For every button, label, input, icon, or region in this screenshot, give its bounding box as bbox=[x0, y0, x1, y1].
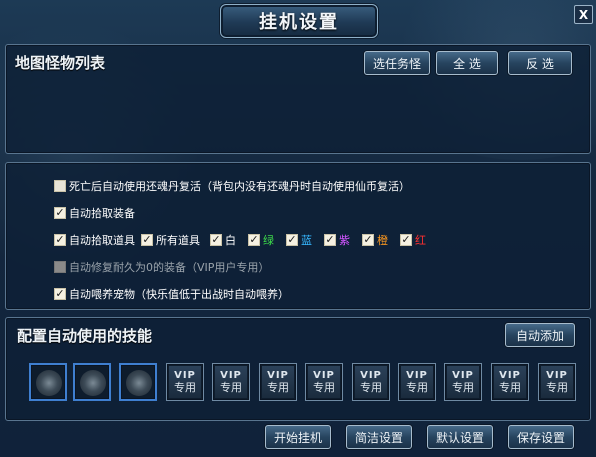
vip-lock: VIP 专用 bbox=[262, 366, 294, 398]
filter-white-label: 白 bbox=[225, 234, 236, 247]
vip-only-label: 专用 bbox=[546, 381, 568, 394]
skill-slot-7[interactable]: VIP 专用 bbox=[305, 363, 343, 401]
skill-slot-9[interactable]: VIP 专用 bbox=[398, 363, 436, 401]
filter-purple-checkbox[interactable]: ✓ bbox=[324, 234, 336, 246]
revive-label: 死亡后自动使用还魂丹复活（背包内没有还魂丹时自动使用仙币复活） bbox=[69, 180, 410, 193]
filter-red[interactable]: ✓ 红 bbox=[400, 232, 426, 248]
title-bar: 挂机设置 X bbox=[0, 0, 596, 40]
filter-red-label: 红 bbox=[415, 234, 426, 247]
feed-pet-checkbox[interactable]: ✓ bbox=[54, 288, 66, 300]
option-pick-items: ✓ 自动拾取道具 ✓ 所有道具 ✓ 白 ✓ 绿 ✓ 蓝 ✓ 紫 ✓ 橙 ✓ 红 bbox=[54, 232, 434, 248]
feed-pet-label: 自动喂养宠物（快乐值低于出战时自动喂养） bbox=[69, 288, 289, 301]
default-settings-button[interactable]: 默认设置 bbox=[427, 425, 493, 449]
filter-orange[interactable]: ✓ 橙 bbox=[362, 232, 388, 248]
save-settings-button[interactable]: 保存设置 bbox=[508, 425, 574, 449]
vip-only-label: 专用 bbox=[360, 381, 382, 394]
vip-lock: VIP 专用 bbox=[308, 366, 340, 398]
vip-lock: VIP 专用 bbox=[541, 366, 573, 398]
skills-panel-title: 配置自动使用的技能 bbox=[17, 327, 153, 345]
skill-emblem-icon bbox=[36, 370, 62, 396]
select-quest-monster-button[interactable]: 选任务怪 bbox=[364, 51, 430, 75]
vip-lock: VIP 专用 bbox=[215, 366, 247, 398]
filter-orange-checkbox[interactable]: ✓ bbox=[362, 234, 374, 246]
vip-only-label: 专用 bbox=[313, 381, 335, 394]
filter-green-checkbox[interactable]: ✓ bbox=[248, 234, 260, 246]
skill-slot-11[interactable]: VIP 专用 bbox=[491, 363, 529, 401]
option-feed-pet[interactable]: ✓ 自动喂养宠物（快乐值低于出战时自动喂养） bbox=[54, 286, 289, 302]
skill-slot-1[interactable] bbox=[29, 363, 67, 401]
skill-slot-2[interactable] bbox=[73, 363, 111, 401]
pick-equip-label: 自动拾取装备 bbox=[69, 207, 135, 220]
monster-list-area[interactable] bbox=[10, 78, 584, 148]
filter-purple[interactable]: ✓ 紫 bbox=[324, 232, 350, 248]
filter-blue-checkbox[interactable]: ✓ bbox=[286, 234, 298, 246]
pick-equip-checkbox[interactable]: ✓ bbox=[54, 207, 66, 219]
vip-lock: VIP 专用 bbox=[355, 366, 387, 398]
filter-blue[interactable]: ✓ 蓝 bbox=[286, 232, 312, 248]
skill-slot-12[interactable]: VIP 专用 bbox=[538, 363, 576, 401]
filter-all-checkbox[interactable]: ✓ bbox=[141, 234, 153, 246]
vip-lock: VIP 专用 bbox=[401, 366, 433, 398]
skill-slot-6[interactable]: VIP 专用 bbox=[259, 363, 297, 401]
filter-all-label: 所有道具 bbox=[156, 234, 200, 247]
vip-only-label: 专用 bbox=[220, 381, 242, 394]
select-all-button[interactable]: 全 选 bbox=[436, 51, 498, 75]
pick-items-label: 自动拾取道具 bbox=[69, 234, 135, 247]
monster-list-title: 地图怪物列表 bbox=[15, 54, 106, 72]
pick-items-option[interactable]: ✓ 自动拾取道具 bbox=[54, 232, 135, 248]
filter-green[interactable]: ✓ 绿 bbox=[248, 232, 274, 248]
close-button[interactable]: X bbox=[574, 5, 593, 24]
auto-add-button[interactable]: 自动添加 bbox=[505, 323, 575, 347]
vip-only-label: 专用 bbox=[406, 381, 428, 394]
skill-slot-8[interactable]: VIP 专用 bbox=[352, 363, 390, 401]
skill-slot-5[interactable]: VIP 专用 bbox=[212, 363, 250, 401]
vip-only-label: 专用 bbox=[499, 381, 521, 394]
filter-purple-label: 紫 bbox=[339, 234, 350, 247]
title-plate: 挂机设置 bbox=[220, 4, 378, 38]
vip-only-label: 专用 bbox=[452, 381, 474, 394]
simple-settings-button[interactable]: 简洁设置 bbox=[346, 425, 412, 449]
filter-green-label: 绿 bbox=[263, 234, 274, 247]
skill-emblem-icon bbox=[126, 370, 152, 396]
vip-lock: VIP 专用 bbox=[447, 366, 479, 398]
filter-white-checkbox[interactable]: ✓ bbox=[210, 234, 222, 246]
filter-all-items[interactable]: ✓ 所有道具 bbox=[141, 232, 200, 248]
skill-emblem-icon bbox=[80, 370, 106, 396]
pick-items-checkbox[interactable]: ✓ bbox=[54, 234, 66, 246]
skill-slot-3[interactable] bbox=[119, 363, 157, 401]
filter-blue-label: 蓝 bbox=[301, 234, 312, 247]
option-repair: 自动修复耐久为0的装备（VIP用户专用） bbox=[54, 259, 269, 275]
skill-slot-4[interactable]: VIP 专用 bbox=[166, 363, 204, 401]
vip-only-label: 专用 bbox=[174, 381, 196, 394]
skill-slot-10[interactable]: VIP 专用 bbox=[444, 363, 482, 401]
window-title: 挂机设置 bbox=[259, 12, 339, 33]
option-revive[interactable]: 死亡后自动使用还魂丹复活（背包内没有还魂丹时自动使用仙币复活） bbox=[54, 178, 410, 194]
invert-selection-button[interactable]: 反 选 bbox=[508, 51, 572, 75]
auto-battle-settings-window: 挂机设置 X 地图怪物列表 选任务怪 全 选 反 选 死亡后自动使用还魂丹复活（… bbox=[0, 0, 596, 457]
option-pick-equip[interactable]: ✓ 自动拾取装备 bbox=[54, 205, 135, 221]
vip-lock: VIP 专用 bbox=[494, 366, 526, 398]
filter-orange-label: 橙 bbox=[377, 234, 388, 247]
filter-white[interactable]: ✓ 白 bbox=[210, 232, 236, 248]
repair-label: 自动修复耐久为0的装备（VIP用户专用） bbox=[69, 261, 270, 274]
filter-red-checkbox[interactable]: ✓ bbox=[400, 234, 412, 246]
start-auto-battle-button[interactable]: 开始挂机 bbox=[265, 425, 331, 449]
revive-checkbox[interactable] bbox=[54, 180, 66, 192]
repair-checkbox bbox=[54, 261, 66, 273]
vip-only-label: 专用 bbox=[267, 381, 289, 394]
vip-lock: VIP 专用 bbox=[169, 366, 201, 398]
